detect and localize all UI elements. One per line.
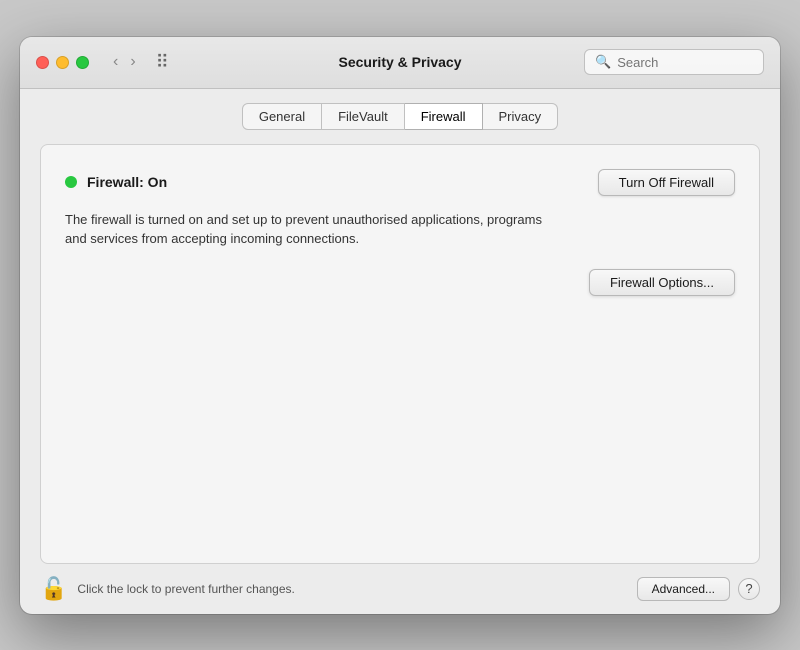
- tab-general[interactable]: General: [242, 103, 322, 130]
- firewall-status-left: Firewall: On: [65, 174, 167, 190]
- firewall-status-label: Firewall: On: [87, 174, 167, 190]
- traffic-lights: [36, 56, 89, 69]
- tab-privacy[interactable]: Privacy: [483, 103, 559, 130]
- firewall-options-row: Firewall Options...: [65, 269, 735, 296]
- tabs-bar: General FileVault Firewall Privacy: [20, 89, 780, 130]
- bottom-bar: 🔓 Click the lock to prevent further chan…: [20, 564, 780, 614]
- lock-text: Click the lock to prevent further change…: [77, 582, 294, 596]
- advanced-button[interactable]: Advanced...: [637, 577, 730, 601]
- turn-off-firewall-button[interactable]: Turn Off Firewall: [598, 169, 735, 196]
- content-panel: Firewall: On Turn Off Firewall The firew…: [40, 144, 760, 564]
- back-button[interactable]: ‹: [109, 51, 122, 73]
- bottom-left: 🔓 Click the lock to prevent further chan…: [40, 576, 295, 602]
- titlebar: ‹ › ⠿ Security & Privacy 🔍: [20, 37, 780, 89]
- grid-icon[interactable]: ⠿: [156, 52, 169, 73]
- bottom-right: Advanced... ?: [637, 577, 760, 601]
- main-window: ‹ › ⠿ Security & Privacy 🔍 General FileV…: [20, 37, 780, 614]
- lock-icon[interactable]: 🔓: [40, 576, 67, 602]
- maximize-button[interactable]: [76, 56, 89, 69]
- close-button[interactable]: [36, 56, 49, 69]
- minimize-button[interactable]: [56, 56, 69, 69]
- nav-buttons: ‹ ›: [109, 51, 140, 73]
- window-title: Security & Privacy: [339, 54, 462, 70]
- status-dot: [65, 176, 77, 188]
- tab-filevault[interactable]: FileVault: [322, 103, 405, 130]
- firewall-status-row: Firewall: On Turn Off Firewall: [65, 169, 735, 196]
- firewall-description: The firewall is turned on and set up to …: [65, 210, 565, 249]
- firewall-options-button[interactable]: Firewall Options...: [589, 269, 735, 296]
- help-button[interactable]: ?: [738, 578, 760, 600]
- search-box[interactable]: 🔍: [584, 49, 764, 75]
- forward-button[interactable]: ›: [126, 51, 139, 73]
- search-icon: 🔍: [595, 54, 611, 70]
- tab-firewall[interactable]: Firewall: [405, 103, 483, 130]
- search-input[interactable]: [617, 55, 753, 70]
